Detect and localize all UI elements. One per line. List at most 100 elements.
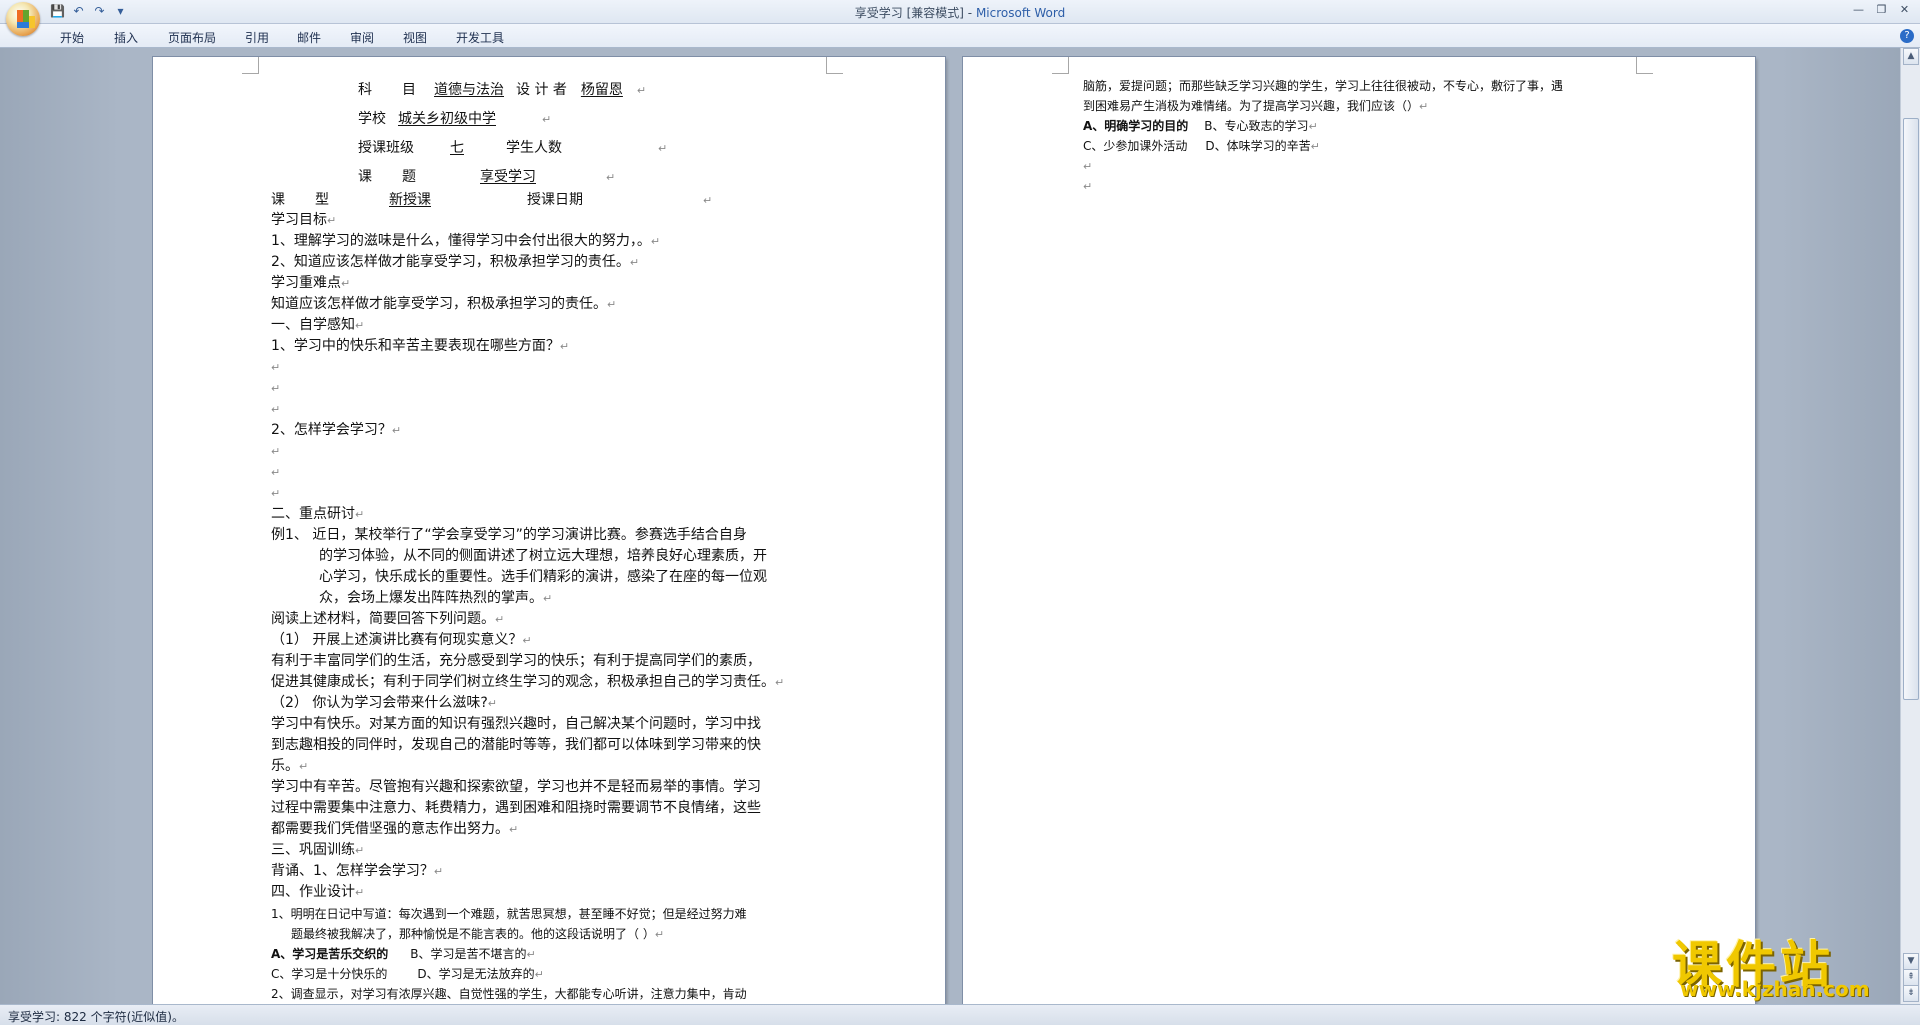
scroll-up-icon[interactable]: ▲ [1903, 48, 1919, 65]
status-bar: 享受学习: 822 个字符(近似值)。 [0, 1004, 1920, 1025]
option-c: C、学习是十分快乐的 [271, 967, 388, 981]
topic-value: 享受学习 [480, 169, 536, 185]
option-a: A、学习是苦乐交织的 [271, 947, 389, 961]
body-line: 脑筋，爱提问题；而那些缺乏学习兴趣的学生，学习上往往很被动，不专心，敷衍了事，遇 [1083, 79, 1564, 93]
margin-corner [1052, 57, 1069, 74]
answer-options-row: C、少参加课外活动 D、体味学习的辛苦↵ [1083, 139, 1320, 153]
minimize-icon[interactable]: — [1847, 1, 1870, 19]
body-line: 背诵、1、怎样学会学习？↵ [271, 863, 444, 879]
option-d: D、体味学习的辛苦 [1205, 139, 1311, 153]
type-label: 课 [271, 192, 285, 208]
title-separator: - [963, 6, 976, 20]
body-line: 1、理解学习的滋味是什么，懂得学习中会付出很大的努力，。↵ [271, 233, 661, 249]
paragraph-mark: ↵ [703, 194, 713, 207]
body-line: 促进其健康成长；有利于同学们树立终生学习的观念，积极承担自己的学习责任。↵ [271, 674, 785, 690]
body-line: 1、学习中的快乐和辛苦主要表现在哪些方面？↵ [271, 338, 570, 354]
scroll-thumb[interactable] [1903, 118, 1919, 700]
designer-value: 杨留恩 [580, 82, 623, 98]
window-title: 享受学习 [兼容模式] - Microsoft Word [0, 4, 1920, 21]
office-button-icon[interactable] [6, 2, 40, 36]
tab-developer[interactable]: 开发工具 [456, 29, 504, 46]
margin-corner [1636, 57, 1653, 74]
type-value: 新授课 [389, 192, 431, 208]
watermark-logo: 课件站 www.kjzhan.com [1672, 925, 1902, 1005]
margin-corner [242, 57, 259, 74]
document-area[interactable]: 科 目 道德与法治设 计 者杨留恩 ↵ 学校 城关乡初级中学 ↵ 授课班级 七 学生人数 ↵ 课… [0, 48, 1900, 1004]
body-line: 学习中有辛苦。尽管抱有兴趣和探索欲望，学习也并不是轻而易举的事情。学习 [271, 779, 761, 795]
subject-row: 科 目 道德与法治设 计 者杨留恩 ↵ [358, 82, 646, 99]
date-value [583, 192, 703, 208]
subject-label-2: 目 [402, 82, 416, 98]
next-page-icon[interactable]: ⇟ [1903, 985, 1919, 1002]
window-controls: — ❐ ✕ [1847, 1, 1916, 19]
tab-view[interactable]: 视图 [403, 29, 427, 46]
answer-options-row: A、明确学习的目的 B、专心致志的学习↵ [1083, 119, 1318, 133]
answer-options-row: C、学习是十分快乐的 D、学习是无法放弃的↵ [271, 967, 544, 981]
class-label: 授课班级 [358, 140, 414, 156]
tab-references[interactable]: 引用 [245, 29, 269, 46]
body-line: 有利于丰富同学们的生活，充分感受到学习的快乐；有利于提高同学们的素质， [271, 653, 761, 669]
office-logo-icon [17, 10, 29, 22]
paragraph-mark: ↵ [636, 84, 647, 97]
body-line: 2、怎样学会学习？↵ [271, 422, 402, 438]
paragraph-mark: ↵ [606, 171, 616, 184]
type-row: 课 型 新授课 授课日期 ↵ [271, 192, 712, 209]
body-line: （2） 你认为学习会带来什么滋味?↵ [271, 695, 498, 711]
body-line: 学习中有快乐。对某方面的知识有强烈兴趣时，自己解决某个问题时，学习中找 [271, 716, 761, 732]
help-icon[interactable]: ? [1900, 29, 1914, 43]
students-label: 学生人数 [506, 140, 562, 156]
option-d: D、学习是无法放弃的 [417, 967, 535, 981]
page-2[interactable]: 脑筋，爱提问题；而那些缺乏学习兴趣的学生，学习上往往很被动，不专心，敷衍了事，遇… [963, 57, 1755, 1004]
body-line: 都需要我们凭借坚强的意志作出努力。↵ [271, 821, 519, 837]
body-line: 过程中需要集中注意力、耗费精力，遇到困难和阻挠时需要调节不良情绪，这些 [271, 800, 761, 816]
tab-mailings[interactable]: 邮件 [297, 29, 321, 46]
empty-line: ↵ [271, 382, 281, 395]
topic-label: 课 [358, 169, 372, 185]
body-line: 心学习，快乐成长的重要性。选手们精彩的演讲，感染了在座的每一位观 [319, 569, 767, 585]
option-b: B、专心致志的学习 [1204, 119, 1309, 133]
title-bar: 💾 ↶ ↷ ▾ 享受学习 [兼容模式] - Microsoft Word — ❐… [0, 0, 1920, 36]
close-icon[interactable]: ✕ [1893, 1, 1916, 19]
tab-insert[interactable]: 插入 [114, 29, 138, 46]
vertical-scrollbar[interactable]: ▲ ▼ ⇞ ⇟ [1900, 48, 1920, 1004]
body-line: 例1、 近日，某校举行了“学会享受学习”的学习演讲比赛。参赛选手结合自身 [271, 527, 747, 543]
body-line: 众，会场上爆发出阵阵热烈的掌声。↵ [319, 590, 553, 606]
tab-page-layout[interactable]: 页面布局 [168, 29, 216, 46]
ribbon-tab-bar: 开始 插入 页面布局 引用 邮件 审阅 视图 开发工具 ? [0, 24, 1920, 48]
page-1[interactable]: 科 目 道德与法治设 计 者杨留恩 ↵ 学校 城关乡初级中学 ↵ 授课班级 七 学生人数 ↵ 课… [153, 57, 945, 1004]
option-b: B、学习是苦不堪言的 [410, 947, 527, 961]
type-label-2: 型 [315, 192, 329, 208]
body-line: 的学习体验，从不同的侧面讲述了树立远大理想，培养良好心理素质，开 [319, 548, 767, 564]
previous-page-icon[interactable]: ⇞ [1903, 969, 1919, 986]
body-line: 2、调查显示，对学习有浓厚兴趣、自觉性强的学生，大都能专心听讲，注意力集中，肯动 [271, 987, 747, 1001]
body-line: 1、明明在日记中写道：每次遇到一个难题，就苦思冥想，甚至睡不好觉；但是经过努力难 [271, 907, 747, 921]
class-value: 七 [450, 140, 464, 156]
body-line: 三、巩固训练↵ [271, 842, 365, 858]
tab-review[interactable]: 审阅 [350, 29, 374, 46]
subject-label: 科 [358, 82, 372, 98]
topic-label-2: 题 [402, 169, 416, 185]
body-line: 学习重难点↵ [271, 275, 351, 291]
restore-icon[interactable]: ❐ [1870, 1, 1893, 19]
body-line: （1） 开展上述演讲比赛有何现实意义？↵ [271, 632, 532, 648]
paragraph-mark: ↵ [542, 113, 552, 126]
body-line: 四、作业设计↵ [271, 884, 365, 900]
body-line: 阅读上述材料，简要回答下列问题。↵ [271, 611, 505, 627]
empty-line: ↵ [271, 361, 281, 374]
body-line: 一、自学感知↵ [271, 317, 365, 333]
body-line: 到困难易产生消极为难情绪。为了提高学习兴趣，我们应该（）↵ [1083, 99, 1429, 113]
word-window: 💾 ↶ ↷ ▾ 享受学习 [兼容模式] - Microsoft Word — ❐… [0, 0, 1920, 1025]
watermark-url: www.kjzhan.com [1680, 977, 1870, 1001]
app-name: Microsoft Word [975, 6, 1066, 20]
tab-home[interactable]: 开始 [60, 29, 84, 46]
body-line: 乐。↵ [271, 758, 309, 774]
class-row: 授课班级 七 学生人数 ↵ [358, 140, 667, 157]
word-count-status[interactable]: 享受学习: 822 个字符(近似值)。 [8, 1008, 184, 1025]
option-a: A、明确学习的目的 [1083, 119, 1189, 133]
empty-line: ↵ [271, 487, 281, 500]
empty-line: ↵ [271, 403, 281, 416]
school-row: 学校 城关乡初级中学 ↵ [358, 111, 551, 128]
body-line: 题最终被我解决了，那种愉悦是不能言表的。他的这段话说明了（ ）↵ [291, 927, 665, 941]
empty-line: ↵ [1083, 160, 1093, 173]
scroll-down-icon[interactable]: ▼ [1903, 953, 1919, 970]
